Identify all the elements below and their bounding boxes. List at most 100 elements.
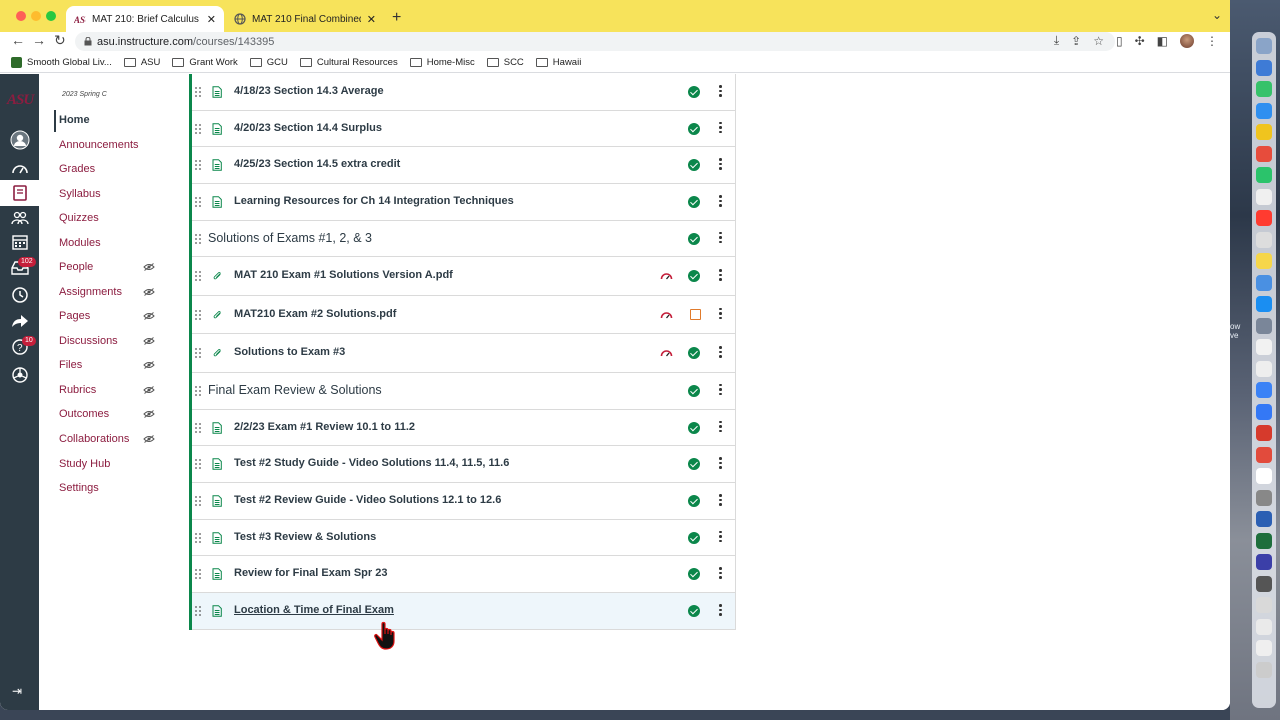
published-check-icon[interactable]	[688, 270, 700, 283]
published-check-icon[interactable]	[688, 495, 700, 507]
module-title[interactable]: Solutions of Exams #1, 2, & 3	[208, 231, 372, 245]
item-title[interactable]: Test #2 Review Guide - Video Solutions 1…	[234, 494, 501, 506]
mastery-gauge-icon[interactable]	[660, 349, 673, 357]
contacts-icon[interactable]	[1256, 231, 1272, 248]
course-nav-assignments[interactable]: Assignments	[59, 286, 122, 298]
finder-icon[interactable]	[1256, 38, 1272, 54]
collapse-nav-icon[interactable]: ⇥	[12, 684, 22, 698]
reload-icon[interactable]: ↻	[54, 32, 66, 49]
published-check-icon[interactable]	[688, 384, 700, 397]
mastery-gauge-icon[interactable]	[660, 311, 673, 319]
published-check-icon[interactable]	[688, 531, 700, 544]
module-item[interactable]: 4/18/23 Section 14.3 Average	[192, 74, 736, 111]
drag-handle-icon[interactable]	[195, 422, 201, 433]
published-check-icon[interactable]	[688, 568, 700, 581]
close-window-button[interactable]	[16, 11, 26, 21]
course-nav-modules[interactable]: Modules	[59, 237, 101, 249]
acrobat-icon[interactable]	[1256, 382, 1272, 398]
bookmark-folder-asu[interactable]: ASU	[123, 57, 160, 68]
drag-handle-icon[interactable]	[195, 160, 201, 171]
bookmark-folder-cultural-resources[interactable]: Cultural Resources	[299, 57, 398, 68]
module-item[interactable]: Learning Resources for Ch 14 Integration…	[192, 184, 736, 221]
reading-list-icon[interactable]: ▯	[1116, 34, 1123, 48]
trash-icon[interactable]	[1256, 640, 1272, 656]
safari-icon[interactable]	[1256, 59, 1272, 76]
drag-handle-icon[interactable]	[195, 532, 201, 543]
calendar-app-icon[interactable]	[1256, 188, 1272, 205]
photoshop-icon[interactable]	[1256, 489, 1272, 506]
module-item[interactable]: Test #2 Review Guide - Video Solutions 1…	[192, 483, 736, 520]
app-store-icon[interactable]	[1256, 296, 1272, 312]
item-options-kebab-icon[interactable]	[719, 457, 722, 470]
share-icon[interactable]: ⇪	[1071, 34, 1081, 48]
forward-arrow-icon[interactable]: →	[32, 32, 46, 48]
app-icon[interactable]	[1256, 661, 1272, 678]
chrome-icon[interactable]	[1256, 339, 1272, 355]
asu-logo[interactable]: ASU	[7, 92, 34, 109]
history-clock-icon[interactable]	[0, 282, 39, 308]
published-check-icon[interactable]	[688, 232, 700, 245]
drag-handle-icon[interactable]	[195, 271, 201, 282]
item-title[interactable]: 4/25/23 Section 14.5 extra credit	[234, 158, 400, 170]
drag-handle-icon[interactable]	[195, 569, 201, 580]
drag-handle-icon[interactable]	[195, 310, 201, 320]
back-arrow-icon[interactable]: ←	[11, 32, 25, 48]
minimize-window-button[interactable]	[31, 11, 41, 21]
module-item[interactable]: MAT 210 Exam #1 Solutions Version A.pdf	[192, 257, 736, 296]
item-title[interactable]: Solutions to Exam #3	[234, 346, 345, 358]
course-nav-outcomes[interactable]: Outcomes	[59, 408, 109, 420]
bookmark-smooth-global[interactable]: Smooth Global Liv...	[11, 57, 112, 68]
powerpoint-icon[interactable]	[1256, 403, 1272, 420]
new-tab-button[interactable]: +	[392, 9, 401, 27]
course-nav-quizzes[interactable]: Quizzes	[59, 212, 99, 224]
item-options-kebab-icon[interactable]	[719, 530, 722, 544]
course-nav-rubrics[interactable]: Rubrics	[59, 384, 96, 396]
item-title[interactable]: 2/2/23 Exam #1 Review 10.1 to 11.2	[234, 421, 415, 433]
scheduled-calendar-icon[interactable]	[690, 308, 701, 320]
tab-canvas-course[interactable]: ASU MAT 210: Brief Calculus (2023 Spring…	[66, 6, 224, 32]
commons-share-icon[interactable]	[0, 308, 39, 334]
freeform-icon[interactable]	[1256, 274, 1272, 291]
excel-icon[interactable]	[1256, 468, 1272, 484]
item-options-kebab-icon[interactable]	[719, 420, 722, 434]
bookmark-folder-home-misc[interactable]: Home-Misc	[409, 57, 475, 68]
item-title[interactable]: Review for Final Exam Spr 23	[234, 567, 387, 579]
tab-search-chevron-icon[interactable]: ⌄	[1212, 8, 1222, 22]
folder-dock-icon[interactable]	[1256, 554, 1272, 570]
account-avatar-icon[interactable]	[0, 127, 39, 153]
item-options-kebab-icon[interactable]	[719, 195, 722, 208]
messages-icon[interactable]	[1256, 81, 1272, 97]
course-nav-collaborations[interactable]: Collaborations	[59, 433, 129, 445]
bookmark-folder-gcu[interactable]: GCU	[249, 57, 288, 68]
bookmark-folder-grant-work[interactable]: Grant Work	[172, 57, 238, 68]
bookmark-folder-scc[interactable]: SCC	[486, 57, 524, 68]
module-item[interactable]: Review for Final Exam Spr 23	[192, 556, 736, 594]
module-item[interactable]: Test #2 Study Guide - Video Solutions 11…	[192, 446, 736, 483]
course-nav-settings[interactable]: Settings	[59, 482, 99, 494]
module-title[interactable]: Final Exam Review & Solutions	[208, 383, 382, 397]
item-title[interactable]: Location & Time of Final Exam	[234, 604, 394, 616]
module-header[interactable]: Solutions of Exams #1, 2, & 3	[192, 220, 736, 258]
module-header[interactable]: Final Exam Review & Solutions	[192, 372, 736, 410]
drag-handle-icon[interactable]	[195, 123, 201, 134]
module-item[interactable]: MAT210 Exam #2 Solutions.pdf	[192, 295, 736, 335]
published-check-icon[interactable]	[688, 122, 700, 135]
reminders-icon[interactable]	[1256, 210, 1272, 226]
extensions-puzzle-icon[interactable]: ✣	[1135, 34, 1145, 48]
course-nav-files[interactable]: Files	[59, 359, 82, 371]
studio-icon[interactable]	[0, 362, 39, 388]
drag-handle-icon[interactable]	[195, 87, 201, 97]
module-item[interactable]: 2/2/23 Exam #1 Review 10.1 to 11.2	[192, 409, 736, 447]
sidebar-icon[interactable]: ◧	[1157, 34, 1168, 48]
courses-icon[interactable]	[0, 180, 39, 206]
drag-handle-icon[interactable]	[195, 348, 201, 359]
close-tab-icon[interactable]: ✕	[367, 13, 376, 26]
install-icon[interactable]: ⤓	[1054, 33, 1059, 48]
module-item[interactable]: 4/20/23 Section 14.4 Surplus	[192, 110, 736, 148]
item-options-kebab-icon[interactable]	[719, 121, 722, 135]
drag-handle-icon[interactable]	[195, 197, 201, 207]
item-options-kebab-icon[interactable]	[719, 231, 722, 245]
maximize-window-button[interactable]	[46, 11, 56, 21]
published-check-icon[interactable]	[688, 458, 700, 471]
document-icon[interactable]	[1256, 575, 1272, 592]
